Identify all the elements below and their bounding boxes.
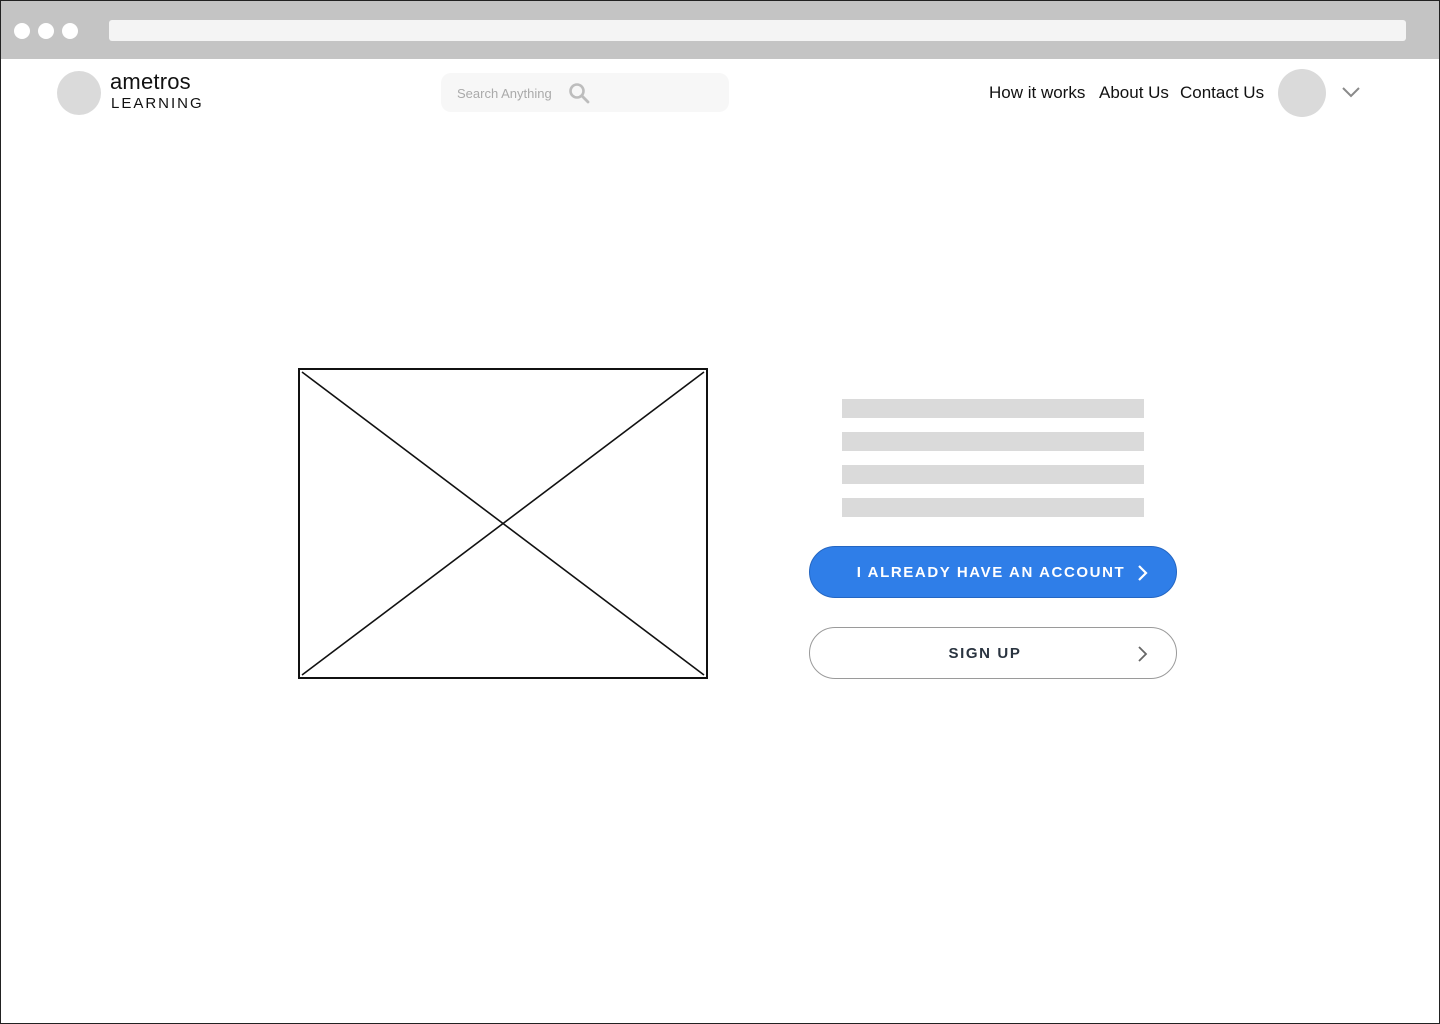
chevron-right-icon [1136,564,1148,582]
existing-account-button[interactable]: I ALREADY HAVE AN ACCOUNT [809,546,1177,598]
chevron-right-icon [1136,645,1148,663]
text-placeholder-line [842,432,1144,451]
sign-up-button[interactable]: SIGN UP [809,627,1177,679]
text-placeholder-line [842,465,1144,484]
search-box[interactable] [441,73,729,112]
brand-subtitle[interactable]: LEARNING [111,95,204,112]
image-placeholder-icon [298,368,708,679]
search-icon[interactable] [568,82,590,104]
address-bar[interactable] [109,20,1406,41]
sign-up-button-label: SIGN UP [802,645,1168,662]
browser-window: ametros LEARNING How it works About Us C… [0,0,1440,1024]
logo-icon[interactable] [57,71,101,115]
existing-account-button-label: I ALREADY HAVE AN ACCOUNT [808,564,1174,581]
text-placeholder-line [842,498,1144,517]
nav-contact-us[interactable]: Contact Us [1180,83,1264,103]
avatar[interactable] [1278,69,1326,117]
browser-chrome [1,1,1439,59]
window-close-dot[interactable] [14,23,30,39]
nav-how-it-works[interactable]: How it works [989,83,1085,103]
nav-about-us[interactable]: About Us [1099,83,1169,103]
window-minimize-dot[interactable] [38,23,54,39]
brand-name[interactable]: ametros [110,69,191,95]
window-maximize-dot[interactable] [62,23,78,39]
chevron-down-icon[interactable] [1340,84,1362,100]
search-input[interactable] [457,84,567,102]
text-placeholder-line [842,399,1144,418]
